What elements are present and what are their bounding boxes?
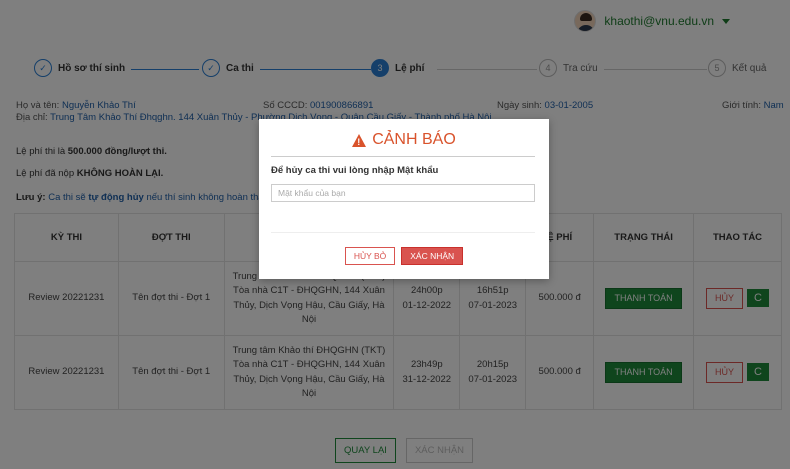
divider (271, 156, 535, 157)
divider (271, 232, 535, 233)
dialog-confirm-button[interactable]: XÁC NHẬN (401, 247, 464, 265)
dialog-cancel-button[interactable]: HỦY BỎ (344, 247, 396, 265)
password-input[interactable] (271, 184, 535, 202)
dialog-message: Để hủy ca thi vui lòng nhập Mật khẩu (271, 165, 439, 176)
dialog-actions: HỦY BỎ XÁC NHẬN (259, 247, 549, 265)
dialog-title: ! CẢNH BÁO (259, 131, 549, 149)
dialog-title-text: CẢNH BÁO (372, 131, 456, 148)
warning-icon: ! (352, 133, 367, 147)
warning-dialog: ! CẢNH BÁO Để hủy ca thi vui lòng nhập M… (259, 119, 549, 279)
